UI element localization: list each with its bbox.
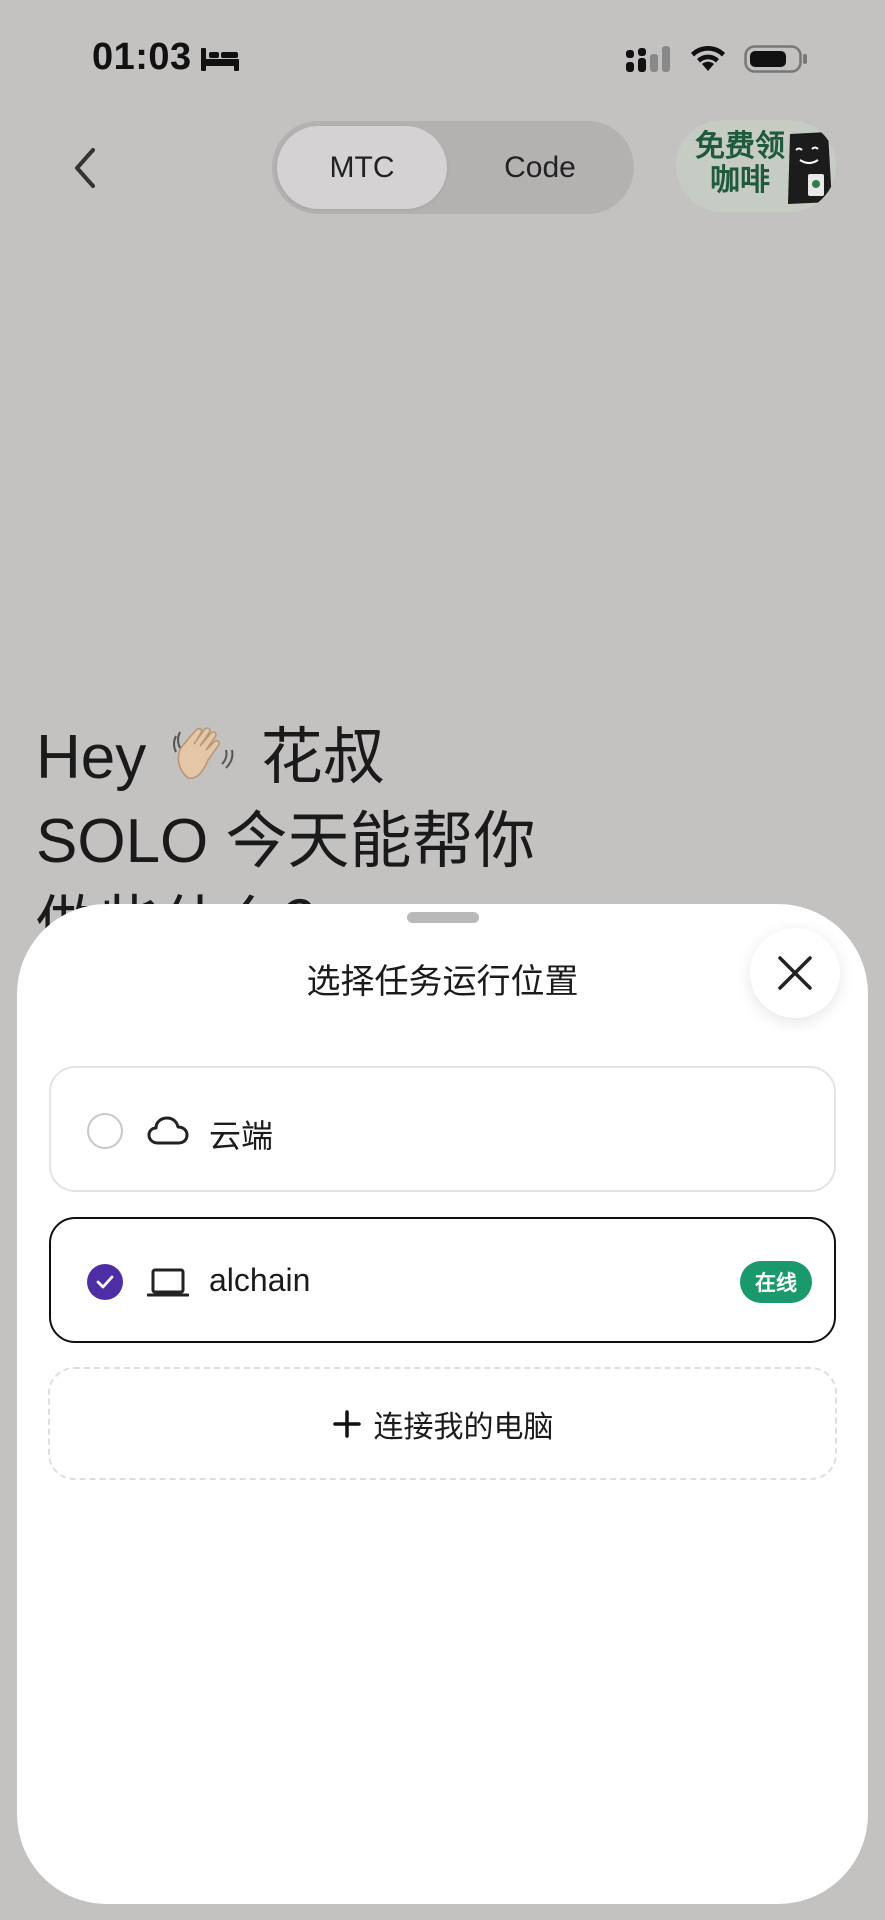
sheet-grabber[interactable]: [407, 912, 479, 923]
free-coffee-promo-button[interactable]: 免费领咖啡: [676, 120, 836, 212]
coffee-cup-icon: [788, 132, 832, 204]
close-icon: [778, 956, 812, 990]
plus-icon: [332, 1409, 361, 1438]
check-icon: [96, 1275, 114, 1289]
waving-hand-icon: [172, 727, 233, 779]
battery-icon: [744, 45, 807, 73]
bed-icon: [201, 48, 239, 71]
radio-selected[interactable]: [87, 1264, 123, 1300]
tab-mtc[interactable]: MTC: [277, 126, 447, 209]
greeting-line-2: SOLO 今天能帮你: [36, 807, 536, 876]
laptop-icon: [147, 1268, 189, 1297]
tab-code[interactable]: Code: [452, 126, 628, 209]
promo-label: 免费领咖啡: [695, 130, 785, 197]
option-cloud[interactable]: 云端: [49, 1066, 836, 1192]
greeting-hey: Hey: [36, 723, 147, 792]
status-bar: 01:03: [0, 0, 885, 120]
close-button[interactable]: [750, 928, 840, 1018]
greeting-name: 花叔: [260, 723, 385, 792]
option-alchain[interactable]: alchain 在线: [49, 1217, 836, 1343]
sheet-title: 选择任务运行位置: [306, 963, 579, 1001]
connect-label: 连接我的电脑: [373, 1410, 554, 1444]
radio-unselected[interactable]: [87, 1113, 123, 1149]
back-button[interactable]: [60, 138, 110, 198]
signal-icon: [626, 46, 670, 72]
option-cloud-label: 云端: [209, 1118, 274, 1154]
mode-segmented-control: MTC Code: [272, 121, 634, 214]
option-alchain-label: alchain: [209, 1262, 311, 1298]
status-time: 01:03: [92, 36, 192, 78]
wifi-icon: [691, 45, 725, 71]
connect-my-computer-button[interactable]: 连接我的电脑: [48, 1367, 837, 1480]
status-badge: 在线: [740, 1261, 812, 1303]
chevron-left-icon: [75, 148, 95, 188]
greeting-line-1: Hey 花叔: [36, 716, 536, 800]
run-location-sheet: 选择任务运行位置 云端 alchain 在线 连接我的电脑: [17, 904, 868, 1904]
cloud-icon: [147, 1116, 189, 1145]
